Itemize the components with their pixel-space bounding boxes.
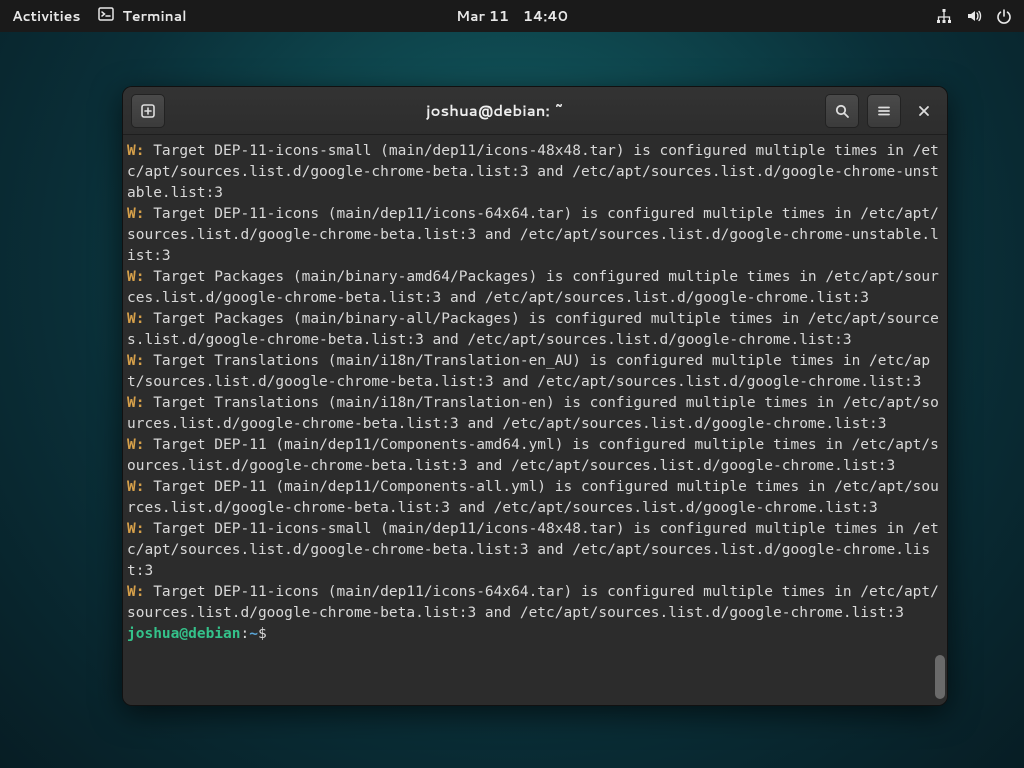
gnome-topbar: Activities Terminal Mar 11 14:40: [0, 0, 1024, 32]
warning-prefix: W:: [127, 206, 144, 222]
warning-prefix: W:: [127, 584, 144, 600]
terminal-line: W: Target DEP-11-icons (main/dep11/icons…: [127, 582, 943, 624]
clock-time: 14:40: [523, 6, 568, 26]
warning-prefix: W:: [127, 269, 144, 285]
warning-prefix: W:: [127, 395, 144, 411]
warning-prefix: W:: [127, 479, 144, 495]
clock-date: Mar 11: [456, 6, 509, 26]
terminal-line: W: Target Packages (main/binary-all/Pack…: [127, 309, 943, 351]
active-app-indicator[interactable]: Terminal: [98, 6, 186, 27]
network-icon[interactable]: [936, 8, 952, 24]
warning-prefix: W:: [127, 521, 144, 537]
terminal-line: W: Target DEP-11 (main/dep11/Components-…: [127, 477, 943, 519]
prompt-line[interactable]: joshua@debian:~$: [127, 624, 943, 645]
scrollbar-thumb[interactable]: [935, 655, 945, 699]
warning-prefix: W:: [127, 311, 144, 327]
power-icon[interactable]: [996, 8, 1012, 24]
warning-prefix: W:: [127, 437, 144, 453]
prompt-path: ~: [249, 626, 258, 642]
volume-icon[interactable]: [966, 8, 982, 24]
window-titlebar[interactable]: joshua@debian: ~: [123, 87, 947, 135]
terminal-line: W: Target Translations (main/i18n/Transl…: [127, 351, 943, 393]
warning-prefix: W:: [127, 143, 144, 159]
terminal-window: joshua@debian: ~ W: Target DEP-11-icons-…: [122, 86, 948, 706]
activities-button[interactable]: Activities: [12, 6, 80, 26]
close-button[interactable]: [909, 94, 939, 128]
terminal-line: W: Target Translations (main/i18n/Transl…: [127, 393, 943, 435]
clock[interactable]: Mar 11 14:40: [456, 6, 568, 26]
prompt-user: joshua@debian: [127, 626, 241, 642]
warning-prefix: W:: [127, 353, 144, 369]
terminal-line: W: Target DEP-11-icons-small (main/dep11…: [127, 519, 943, 582]
terminal-line: W: Target DEP-11-icons-small (main/dep11…: [127, 141, 943, 204]
menu-button[interactable]: [867, 94, 901, 128]
active-app-label: Terminal: [122, 6, 186, 26]
new-tab-button[interactable]: [131, 94, 165, 128]
window-title: joshua@debian: ~: [173, 100, 817, 121]
terminal-line: W: Target DEP-11-icons (main/dep11/icons…: [127, 204, 943, 267]
terminal-scrollbar[interactable]: [933, 135, 945, 705]
terminal-output[interactable]: W: Target DEP-11-icons-small (main/dep11…: [123, 135, 947, 705]
terminal-icon: [98, 6, 114, 27]
terminal-line: W: Target DEP-11 (main/dep11/Components-…: [127, 435, 943, 477]
search-button[interactable]: [825, 94, 859, 128]
terminal-line: W: Target Packages (main/binary-amd64/Pa…: [127, 267, 943, 309]
